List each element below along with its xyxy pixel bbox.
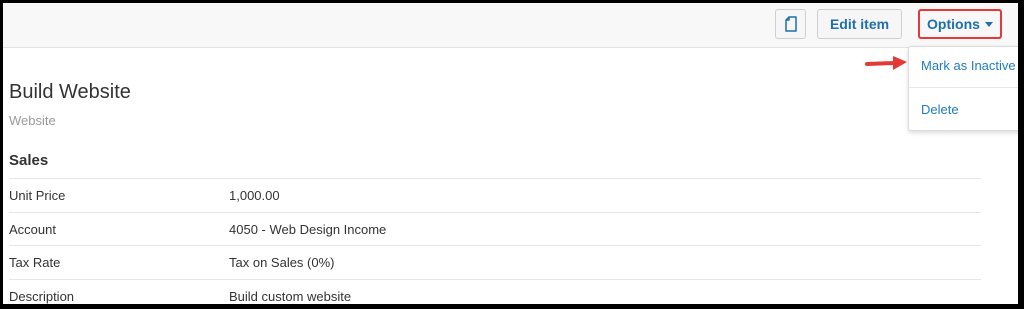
row-label: Description [9, 289, 75, 304]
row-value: Tax on Sales (0%) [229, 255, 335, 270]
item-title: Build Website [9, 81, 131, 103]
copy-button[interactable] [775, 9, 806, 39]
caret-down-icon [984, 21, 993, 27]
options-button[interactable]: Options [918, 9, 1002, 39]
row-value: Build custom website [229, 289, 352, 304]
row-label: Account [9, 222, 56, 237]
row-label: Unit Price [9, 188, 66, 203]
edit-item-button[interactable]: Edit item [817, 9, 902, 39]
row-value: 4050 - Web Design Income [229, 222, 387, 237]
arrow-pointer-icon [865, 56, 907, 70]
detail-row-description: Description Build custom website [9, 279, 981, 304]
toolbar: Edit item Options [3, 3, 1018, 48]
detail-row-account: Account 4050 - Web Design Income [9, 212, 981, 246]
menu-divider [909, 87, 1018, 88]
options-dropdown-menu: Mark as Inactive Delete [908, 46, 1018, 131]
options-label: Options [927, 16, 980, 32]
detail-row-unit-price: Unit Price 1,000.00 [9, 178, 981, 212]
copy-icon [784, 16, 797, 32]
row-value: 1,000.00 [229, 188, 280, 203]
sales-heading: Sales [9, 152, 49, 169]
menu-item-delete[interactable]: Delete [921, 102, 959, 117]
row-label: Tax Rate [9, 255, 61, 270]
edit-item-label: Edit item [829, 16, 890, 32]
item-subtitle: Website [9, 113, 56, 128]
app-frame: Edit item Options Mark as Inactive Delet… [3, 3, 1018, 304]
detail-row-tax-rate: Tax Rate Tax on Sales (0%) [9, 245, 981, 279]
menu-item-mark-as-inactive[interactable]: Mark as Inactive [921, 58, 1016, 73]
